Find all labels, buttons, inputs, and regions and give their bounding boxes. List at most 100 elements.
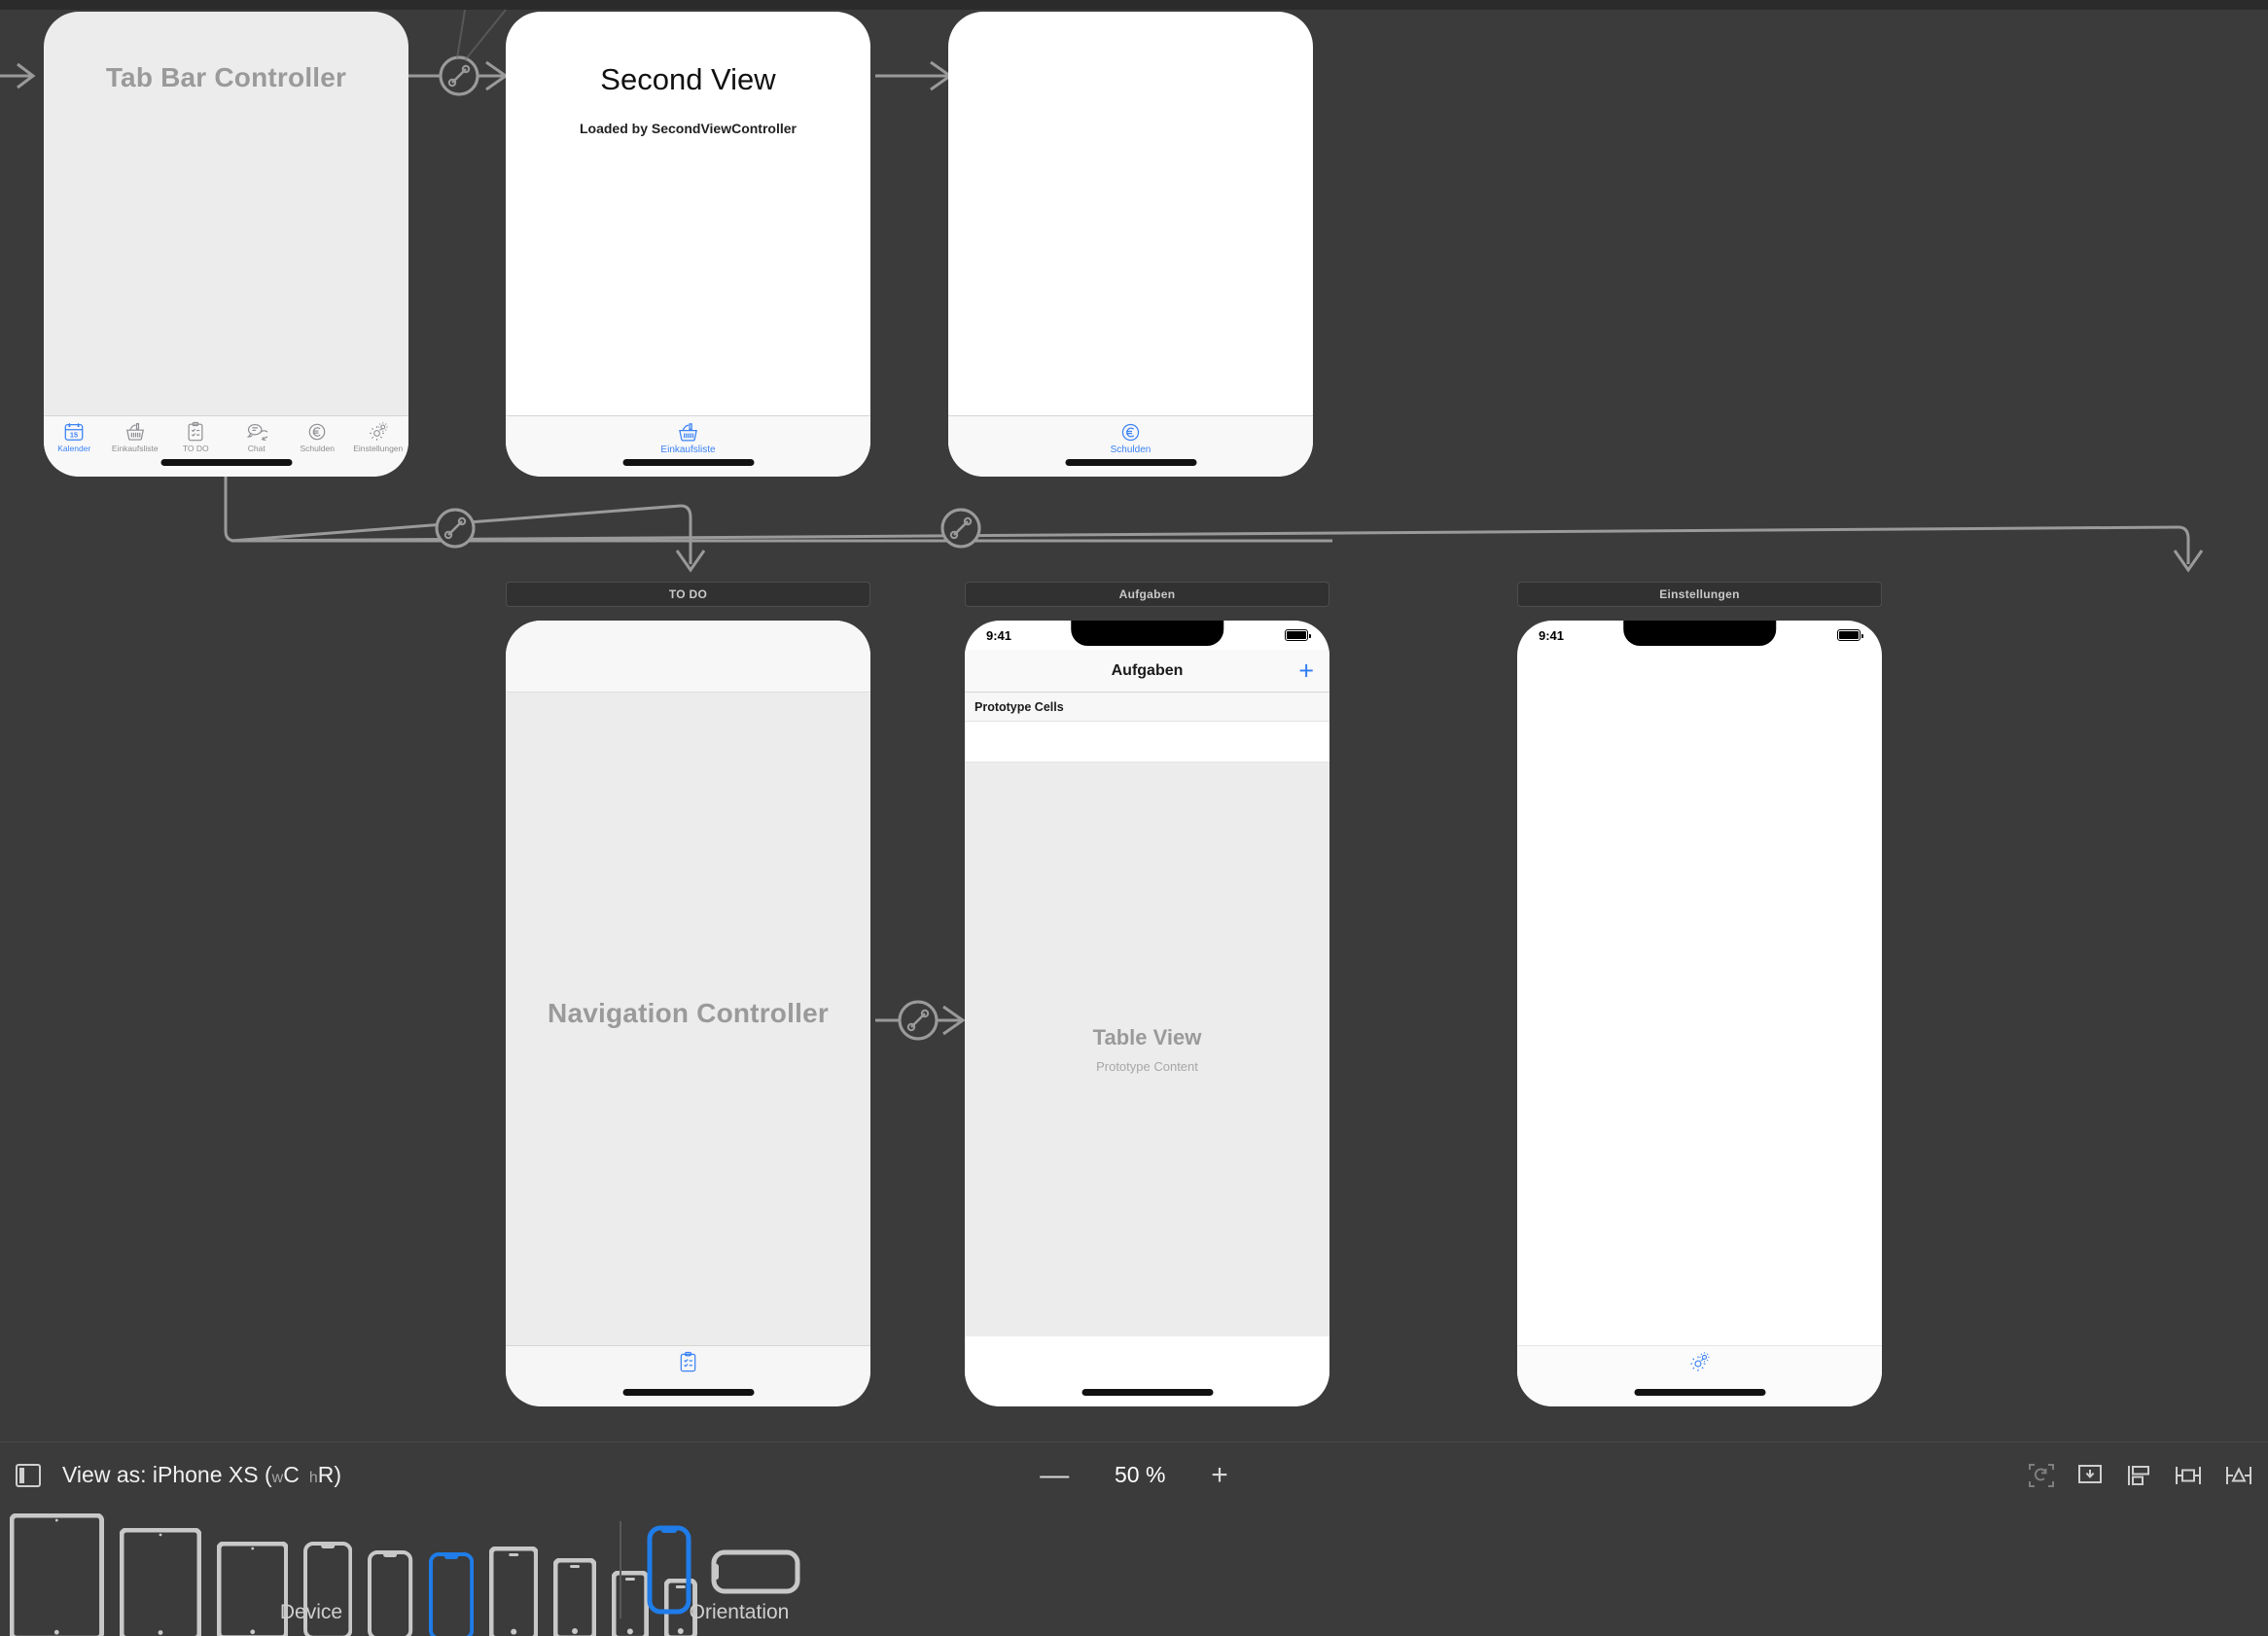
orientation-option-landscape-orientation[interactable]: [711, 1545, 800, 1600]
section-header-text: Prototype Cells: [975, 699, 1064, 714]
table-view-title: Table View: [1092, 1025, 1202, 1049]
pin-icon[interactable]: [2173, 1462, 2204, 1489]
show-document-outline-icon[interactable]: [16, 1463, 41, 1487]
scene-schulden-view[interactable]: Schulden: [948, 12, 1313, 477]
tab-item-einstellungen[interactable]: [1688, 1351, 1711, 1373]
tab-item-todo[interactable]: [677, 1351, 699, 1373]
tab-item-label: Einkaufsliste: [660, 445, 716, 455]
tab-bar[interactable]: Schulden: [948, 415, 1313, 477]
canvas-top-strip: [0, 0, 2268, 10]
tab-item-einkaufsliste[interactable]: Einkaufsliste: [660, 421, 716, 455]
view-as-prefix: View as: iPhone XS (: [62, 1462, 272, 1487]
basket-icon: [124, 421, 146, 443]
scene-label-aufgaben[interactable]: Aufgaben: [965, 582, 1329, 607]
battery-icon: [1837, 629, 1863, 641]
view-as-height-key: h: [308, 1470, 318, 1486]
gears-icon: [368, 421, 389, 443]
resolve-auto-layout-issues-icon[interactable]: [2223, 1462, 2254, 1489]
tab-bar[interactable]: [1517, 1345, 1882, 1406]
svg-text:15: 15: [70, 431, 78, 440]
tab-bar[interactable]: [506, 1345, 870, 1406]
navigation-controller-title: Navigation Controller: [548, 998, 829, 1028]
section-header-prototype-cells: Prototype Cells: [965, 693, 1329, 722]
table-view-footer: [965, 1336, 1329, 1406]
view-as-suffix: ): [334, 1462, 342, 1487]
tab-bar-controller-title: Tab Bar Controller: [105, 62, 347, 92]
gears-icon: [1688, 1351, 1711, 1373]
scene-tab-bar-controller[interactable]: Tab Bar Controller 15 Kalender Einkaufsl…: [44, 12, 408, 477]
zoom-level-value: 50 %: [1115, 1462, 1166, 1487]
home-indicator: [160, 459, 292, 466]
home-indicator: [1634, 1389, 1765, 1396]
status-time: 9:41: [986, 627, 1012, 643]
device-caption: Device: [279, 1601, 343, 1623]
tab-item-label: Einstellungen: [353, 444, 404, 453]
update-frames-icon[interactable]: [2027, 1462, 2056, 1489]
zoom-in-button[interactable]: +: [1211, 1460, 1228, 1490]
tab-item-todo[interactable]: TO DO: [165, 421, 227, 453]
status-time: 9:41: [1539, 627, 1565, 643]
scene-label-text: Aufgaben: [1118, 587, 1176, 601]
scene-label-text: Einstellungen: [1659, 587, 1740, 601]
view-as-width-key: w: [271, 1470, 284, 1486]
tab-item-einstellungen[interactable]: Einstellungen: [348, 421, 409, 453]
zoom-out-button[interactable]: —: [1040, 1460, 1069, 1490]
home-indicator: [622, 1389, 754, 1396]
add-button[interactable]: +: [1298, 658, 1314, 684]
tab-item-label: TO DO: [182, 444, 209, 453]
storyboard-canvas[interactable]: Tab Bar Controller 15 Kalender Einkaufsl…: [0, 0, 2268, 1441]
device-option-iphone-se[interactable]: [611, 1570, 650, 1636]
canvas-toolbar: View as: iPhone XS (wC hR) — 50 % +: [0, 1441, 2268, 1508]
tab-item-label: Schulden: [300, 444, 335, 453]
home-indicator: [622, 459, 754, 466]
table-view-placeholder[interactable]: Table View Prototype Content: [965, 763, 1329, 1336]
basket-icon: [677, 421, 699, 444]
chat-bubbles-icon: [246, 421, 269, 443]
clipboard-checklist-icon: [185, 421, 206, 443]
nav-bar-placeholder: [506, 650, 870, 693]
tab-item-schulden[interactable]: Schulden: [1110, 421, 1152, 455]
orientation-caption: Orientation: [689, 1601, 790, 1623]
second-view-subtitle: Loaded by SecondViewController: [579, 121, 797, 136]
view-as-label[interactable]: View as: iPhone XS (wC hR): [62, 1462, 341, 1488]
tab-bar[interactable]: 15 Kalender Einkaufsliste TO DO Chat Sch…: [44, 415, 408, 477]
tab-item-kalender[interactable]: 15 Kalender: [44, 421, 105, 453]
xcode-storyboard-window: Tab Bar Controller 15 Kalender Einkaufsl…: [0, 0, 2268, 1636]
scene-einstellungen[interactable]: 9:41: [1517, 621, 1882, 1406]
orientation-group: Orientation: [647, 1508, 832, 1636]
prototype-cell[interactable]: [965, 722, 1329, 763]
scene-navigation-controller[interactable]: 9:41 Navigation Controller: [506, 621, 870, 1406]
home-indicator: [1081, 1389, 1213, 1396]
euro-circle-icon: [1119, 421, 1142, 444]
tab-item-label: Chat: [247, 444, 266, 453]
battery-icon: [1285, 629, 1311, 641]
device-orientation-divider: [620, 1521, 621, 1618]
euro-circle-icon: [306, 421, 328, 443]
table-view-subtitle: Prototype Content: [1096, 1059, 1198, 1074]
tab-item-label: Kalender: [57, 444, 91, 453]
tab-item-label: Einkaufsliste: [111, 444, 159, 453]
view-as-height-value: R: [317, 1462, 335, 1487]
embed-in-icon[interactable]: [2075, 1462, 2105, 1489]
clipboard-checklist-icon: [677, 1351, 699, 1373]
scene-label-einstellungen[interactable]: Einstellungen: [1517, 582, 1882, 607]
device-option-iphone-8[interactable]: [552, 1557, 597, 1636]
device-selection-bar: Device Orientation Vary for Traits: [0, 1508, 2268, 1636]
tab-item-einkaufsliste[interactable]: Einkaufsliste: [105, 421, 166, 453]
status-bar: 9:41: [965, 621, 1329, 650]
device-group: Device: [9, 1508, 698, 1636]
tab-item-schulden[interactable]: Schulden: [287, 421, 348, 453]
scene-label-todo[interactable]: TO DO: [506, 582, 870, 607]
home-indicator: [1065, 459, 1196, 466]
nav-bar-title: Aufgaben: [1111, 661, 1184, 679]
second-view-title: Second View: [600, 62, 776, 96]
scene-label-text: TO DO: [668, 587, 708, 601]
tab-bar[interactable]: Einkaufsliste: [506, 415, 870, 477]
calendar-icon: 15: [63, 421, 85, 443]
tab-item-chat[interactable]: Chat: [227, 421, 288, 453]
scene-aufgaben-table-view[interactable]: 9:41 Aufgaben + Prototype Cells Table Vi…: [965, 621, 1329, 1406]
scene-second-view[interactable]: Second View Loaded by SecondViewControll…: [506, 12, 870, 477]
align-icon[interactable]: [2124, 1462, 2153, 1489]
navigation-bar: Aufgaben +: [965, 650, 1329, 693]
tab-item-label: Schulden: [1110, 445, 1152, 455]
